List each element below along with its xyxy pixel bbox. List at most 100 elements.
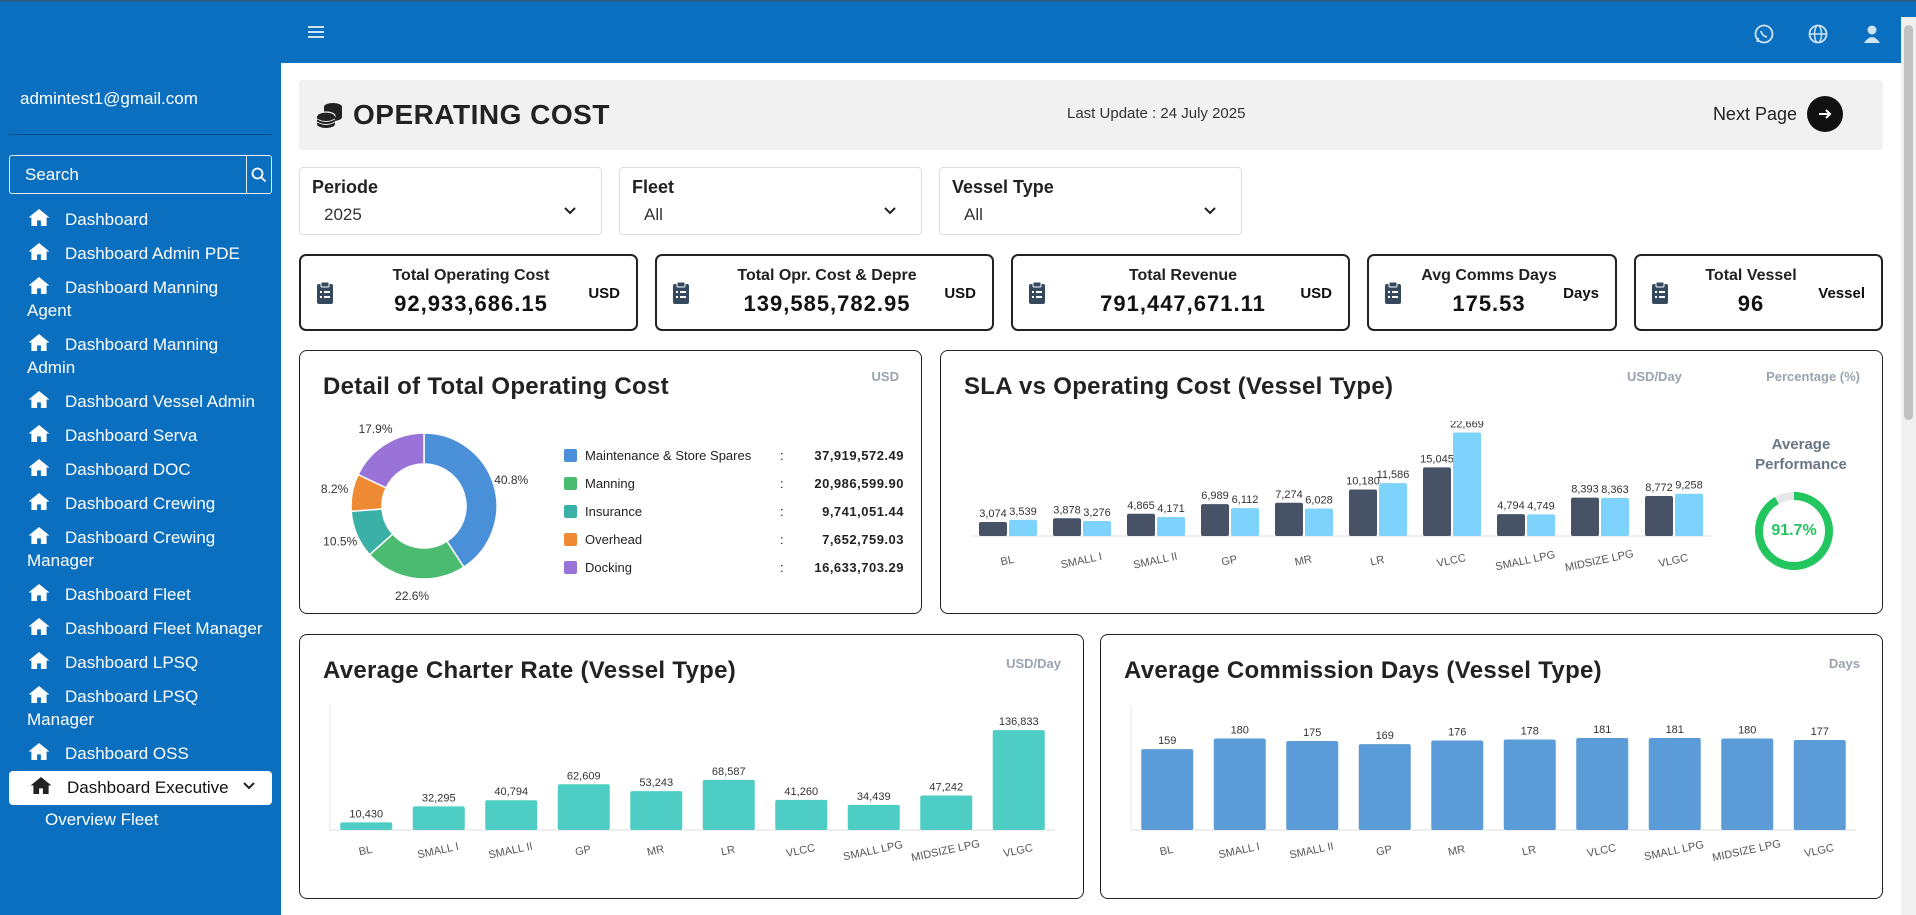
bar[interactable] [557, 784, 610, 830]
next-page-label: Next Page [1712, 103, 1797, 124]
bar-value-label: 7,274 [1275, 489, 1303, 501]
bar[interactable] [1349, 489, 1377, 536]
sidebar-item[interactable]: Dashboard Crewing Manager [0, 521, 281, 578]
sidebar-item[interactable]: Dashboard DOC [0, 453, 281, 487]
sidebar-item-label: Dashboard Fleet Manager [65, 619, 263, 638]
bar[interactable] [1201, 504, 1229, 536]
bar[interactable] [1576, 738, 1629, 830]
bar[interactable] [1213, 738, 1266, 830]
fleet-label: Fleet [632, 177, 675, 197]
sidebar-item[interactable]: Dashboard Crewing [0, 487, 281, 521]
card-title: Average Charter Rate (Vessel Type) [323, 657, 737, 684]
card-unit: Days [1828, 656, 1860, 671]
donut-percent-label: 8.2% [321, 482, 349, 496]
bar[interactable] [775, 799, 828, 830]
sidebar-menu: Dashboard Dashboard Admin PDE Dashboard Ma… [0, 203, 281, 830]
legend-colon: : [780, 532, 784, 547]
sidebar-subitem[interactable]: Overview Fleet [0, 805, 281, 830]
sidebar-item[interactable]: Dashboard LPSQ [0, 646, 281, 680]
bar[interactable] [1231, 508, 1259, 536]
home-icon [27, 458, 51, 477]
sidebar-item[interactable]: Dashboard Fleet [0, 578, 281, 612]
bar[interactable] [1527, 514, 1555, 536]
periode-filter[interactable]: Periode 2025 [299, 167, 602, 235]
bar[interactable] [1648, 738, 1701, 830]
bar[interactable] [979, 521, 1007, 536]
scrollbar-thumb[interactable] [1904, 25, 1913, 420]
sidebar-item-label: Dashboard Serva [65, 426, 198, 445]
legend-swatch [564, 533, 577, 546]
hamburger-menu-icon[interactable] [305, 21, 327, 43]
sidebar-item[interactable]: Dashboard Admin PDE [0, 237, 281, 271]
fleet-filter[interactable]: Fleet All [619, 167, 922, 235]
bar[interactable] [1379, 483, 1407, 536]
user-icon[interactable] [1858, 20, 1886, 48]
bar[interactable] [1053, 518, 1081, 536]
card-unit-percentage: Percentage (%) [1766, 369, 1860, 384]
search-input[interactable] [10, 156, 246, 193]
bar-value-label: 3,539 [1009, 506, 1037, 518]
bar[interactable] [1286, 741, 1339, 830]
bar-value-label: 32,295 [422, 792, 456, 804]
sidebar-item[interactable]: Dashboard Vessel Admin [0, 385, 281, 419]
bar[interactable] [1453, 432, 1481, 536]
sidebar-item[interactable]: Dashboard Manning Agent [0, 271, 281, 328]
kpi-total-revenue: Total Revenue 791,447,671.11 USD [1011, 254, 1350, 331]
search-button[interactable] [246, 156, 271, 193]
bar[interactable] [1423, 467, 1451, 536]
bar[interactable] [1675, 493, 1703, 536]
bar-value-label: 47,242 [929, 782, 963, 794]
bar[interactable] [340, 822, 393, 830]
bar[interactable] [1358, 744, 1411, 830]
bar-value-label: 68,587 [712, 766, 746, 778]
donut-slice[interactable] [357, 432, 425, 489]
last-update-text: Last Update : 24 July 2025 [1067, 105, 1246, 122]
bar[interactable] [1571, 497, 1599, 536]
bar[interactable] [485, 800, 538, 830]
legend-value: 9,741,051.44 [822, 504, 904, 519]
sidebar-item-label: Dashboard Manning Admin [27, 335, 219, 377]
vessel-type-filter[interactable]: Vessel Type All [939, 167, 1242, 235]
bar[interactable] [1127, 513, 1155, 536]
kpi-total-vessel: Total Vessel 96 Vessel [1634, 254, 1883, 331]
kpi-total-opr-cost-depre: Total Opr. Cost & Depre 139,585,782.95 U… [655, 254, 994, 331]
performance-value: 91.7% [1771, 522, 1817, 539]
page-scrollbar[interactable] [1901, 17, 1916, 915]
bar[interactable] [1305, 508, 1333, 536]
sidebar-item[interactable]: Dashboard Fleet Manager [0, 612, 281, 646]
bar[interactable] [630, 791, 683, 830]
legend-label: Overhead [585, 532, 643, 547]
home-icon [27, 208, 51, 227]
sidebar-item[interactable]: Dashboard OSS [0, 737, 281, 771]
sidebar-item[interactable]: Dashboard Manning Admin [0, 328, 281, 385]
bar[interactable] [1009, 519, 1037, 536]
bar[interactable] [1157, 516, 1185, 536]
whatsapp-icon[interactable] [1750, 20, 1778, 48]
bar[interactable] [847, 804, 900, 830]
bar-value-label: 159 [1158, 735, 1176, 747]
next-page-button[interactable]: Next Page [1713, 96, 1843, 132]
bar-value-label: 175 [1303, 727, 1321, 739]
bar[interactable] [992, 730, 1045, 830]
sidebar-item[interactable]: Dashboard LPSQ Manager [0, 680, 281, 737]
bar[interactable] [1721, 738, 1774, 830]
bar[interactable] [1645, 495, 1673, 536]
bar[interactable] [1275, 502, 1303, 536]
bar[interactable] [1141, 749, 1194, 830]
sidebar-item[interactable]: Dashboard Serva [0, 419, 281, 453]
globe-icon[interactable] [1804, 20, 1832, 48]
bar[interactable] [702, 779, 755, 830]
bar[interactable] [1503, 739, 1556, 830]
bar[interactable] [412, 806, 465, 830]
sidebar-item-active[interactable]: Dashboard Executive [9, 771, 272, 805]
x-tick-label: VLGC [1657, 552, 1689, 570]
bar[interactable] [1793, 740, 1846, 830]
bar[interactable] [920, 795, 973, 830]
x-tick-label: SMALL LPG [1643, 839, 1705, 863]
home-icon [27, 242, 51, 261]
bar[interactable] [1497, 514, 1525, 536]
bar[interactable] [1601, 497, 1629, 536]
sidebar-item[interactable]: Dashboard [0, 203, 281, 237]
bar[interactable] [1083, 521, 1111, 536]
bar[interactable] [1431, 740, 1484, 830]
